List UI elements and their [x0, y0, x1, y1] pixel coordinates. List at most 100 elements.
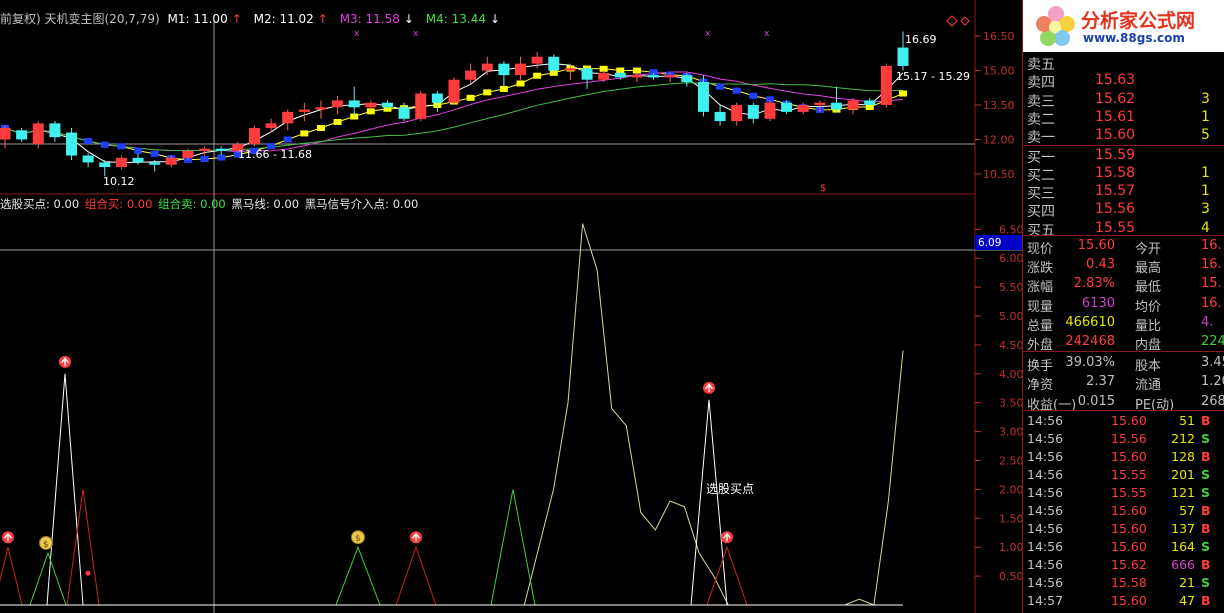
quote-value: 6130: [1081, 295, 1115, 311]
quote-value: 242468: [1065, 334, 1115, 349]
tick-volume: 212: [1171, 431, 1195, 446]
order-book-row[interactable]: 卖三 15.62 3: [1023, 91, 1224, 110]
quote-value: 15.: [1201, 276, 1222, 292]
band-marker: [100, 141, 109, 148]
tick-volume: 47: [1179, 593, 1195, 608]
order-book-row[interactable]: 卖二 15.61 1: [1023, 109, 1224, 128]
candle-body: [82, 155, 94, 163]
order-book-label: 买五: [1027, 222, 1055, 239]
indicator-axis-label: 2.50: [999, 455, 1022, 468]
order-book-row[interactable]: 买一 15.59: [1023, 147, 1224, 166]
candle-body: [165, 157, 177, 165]
candle-body: [531, 56, 543, 64]
indicator-axis-label: 5.50: [999, 281, 1022, 294]
quote-key: 均价: [1135, 299, 1162, 315]
kline-chart[interactable]: 16.50 15.00 13.50 12.00 10.50 6.50 6.00 5.50 5.…: [0, 0, 1022, 613]
quote-value: 2.37: [1086, 374, 1115, 390]
band-marker: [283, 136, 292, 143]
order-book-volume: 1: [1201, 108, 1210, 125]
candle-body: [465, 70, 477, 80]
order-book-label: 卖四: [1027, 75, 1055, 92]
tick-time: 14:56: [1027, 467, 1064, 482]
candle-body: [880, 65, 892, 105]
tick-row: 14:56 15.60 57 B: [1023, 503, 1224, 521]
logo-url: www.88gs.com: [1083, 31, 1185, 45]
indicator-header: 选股买点: 0.00 组合买: 0.00 组合卖: 0.00 黑马线: 0.00…: [0, 196, 420, 212]
candle-body: [132, 157, 144, 163]
candle-body: [681, 75, 693, 83]
tick-time: 14:56: [1027, 485, 1064, 500]
quote-value: 16.: [1201, 295, 1222, 311]
ind-combo-buy: 组合买: 0.00: [84, 197, 153, 211]
quote-key: 股本: [1135, 359, 1162, 375]
candle-body: [16, 130, 28, 140]
quote-key: 现价: [1027, 242, 1054, 257]
candle-body: [581, 68, 593, 80]
candle-body: [215, 148, 227, 151]
tick-volume: 137: [1171, 521, 1195, 536]
tick-volume: 121: [1171, 485, 1195, 500]
candle-body: [182, 150, 194, 158]
dollar-marker: $: [820, 183, 826, 194]
band-marker: [533, 72, 542, 79]
quote-value: 1.20: [1201, 374, 1224, 390]
indicator-axis-label: 0.50: [999, 570, 1022, 583]
band-marker: [300, 130, 309, 137]
diamond-icon[interactable]: [960, 16, 970, 26]
ma-m3: M3: 11.58 ↓: [339, 12, 414, 26]
ma-m1: M1: 11.00 ↑: [167, 12, 242, 26]
quote-value: 3.45: [1201, 355, 1224, 371]
candle-body: [564, 68, 576, 71]
indicator-axis-label: 2.00: [999, 483, 1022, 496]
quote-row: 涨跌 0.43 最高 16.: [1023, 257, 1224, 277]
order-book-row[interactable]: 买四 15.56 3: [1023, 201, 1224, 220]
indicator-main-line: [0, 223, 904, 606]
band-upper-label: 15.17 - 15.29: [896, 70, 970, 83]
candle-body: [781, 102, 793, 112]
tick-side: B: [1201, 449, 1211, 464]
order-book-row[interactable]: 买二 15.58 1: [1023, 165, 1224, 184]
candle-body: [764, 102, 776, 119]
tick-side: B: [1201, 413, 1211, 428]
quote-value: 466610: [1065, 314, 1115, 330]
site-logo[interactable]: 分析家公式网 www.88gs.com: [1023, 0, 1224, 52]
tick-time: 14:56: [1027, 575, 1064, 590]
tick-row: 14:56 15.60 128 B: [1023, 449, 1224, 467]
candle-body: [714, 111, 726, 122]
main-chart-header: 前复权) 天机变主图(20,7,79) M1: 11.00 ↑ M2: 11.02…: [0, 10, 508, 28]
price-axis-label: 13.50: [983, 99, 1015, 112]
indicator-axis-label: 1.50: [999, 512, 1022, 525]
tick-side: S: [1201, 431, 1211, 446]
quote-key: 涨幅: [1027, 280, 1054, 296]
divider: [1023, 235, 1224, 236]
indicator-axis-label: 1.00: [999, 541, 1022, 554]
order-book-volume: 1: [1201, 183, 1210, 200]
tick-volume: 57: [1179, 503, 1195, 518]
candle-body: [298, 109, 310, 112]
tick-row: 14:56 15.56 212 S: [1023, 431, 1224, 449]
tick-side: S: [1201, 539, 1211, 554]
diamond-icon[interactable]: [946, 15, 958, 27]
band-lower-label: 11.66 - 11.68: [238, 148, 312, 161]
tick-side: B: [1201, 521, 1211, 536]
candle-body: [598, 72, 610, 80]
candle-body: [348, 100, 360, 108]
order-book-row[interactable]: 卖四 15.63: [1023, 72, 1224, 91]
quote-value: 4.: [1201, 314, 1214, 330]
quote-key: 净资: [1027, 378, 1054, 394]
band-marker: [150, 150, 159, 157]
x-marker: x: [354, 29, 360, 39]
indicator-axis-label: 5.00: [999, 310, 1022, 323]
order-book-row[interactable]: 卖一 15.60 5: [1023, 127, 1224, 146]
tick-volume: 128: [1171, 449, 1195, 464]
tick-price: 15.60: [1111, 413, 1147, 428]
quote-row: 现价 15.60 今开 16.: [1023, 238, 1224, 257]
band-marker: [466, 94, 475, 101]
order-book-row[interactable]: 卖五: [1023, 54, 1224, 73]
quote-row: 涨幅 2.83% 最低 15.: [1023, 276, 1224, 296]
order-book-price: 15.58: [1095, 164, 1136, 181]
order-book-row[interactable]: 买三 15.57 1: [1023, 183, 1224, 202]
candle-body: [66, 132, 78, 156]
quote-key: 最高: [1135, 261, 1162, 277]
candle-body: [614, 72, 626, 78]
